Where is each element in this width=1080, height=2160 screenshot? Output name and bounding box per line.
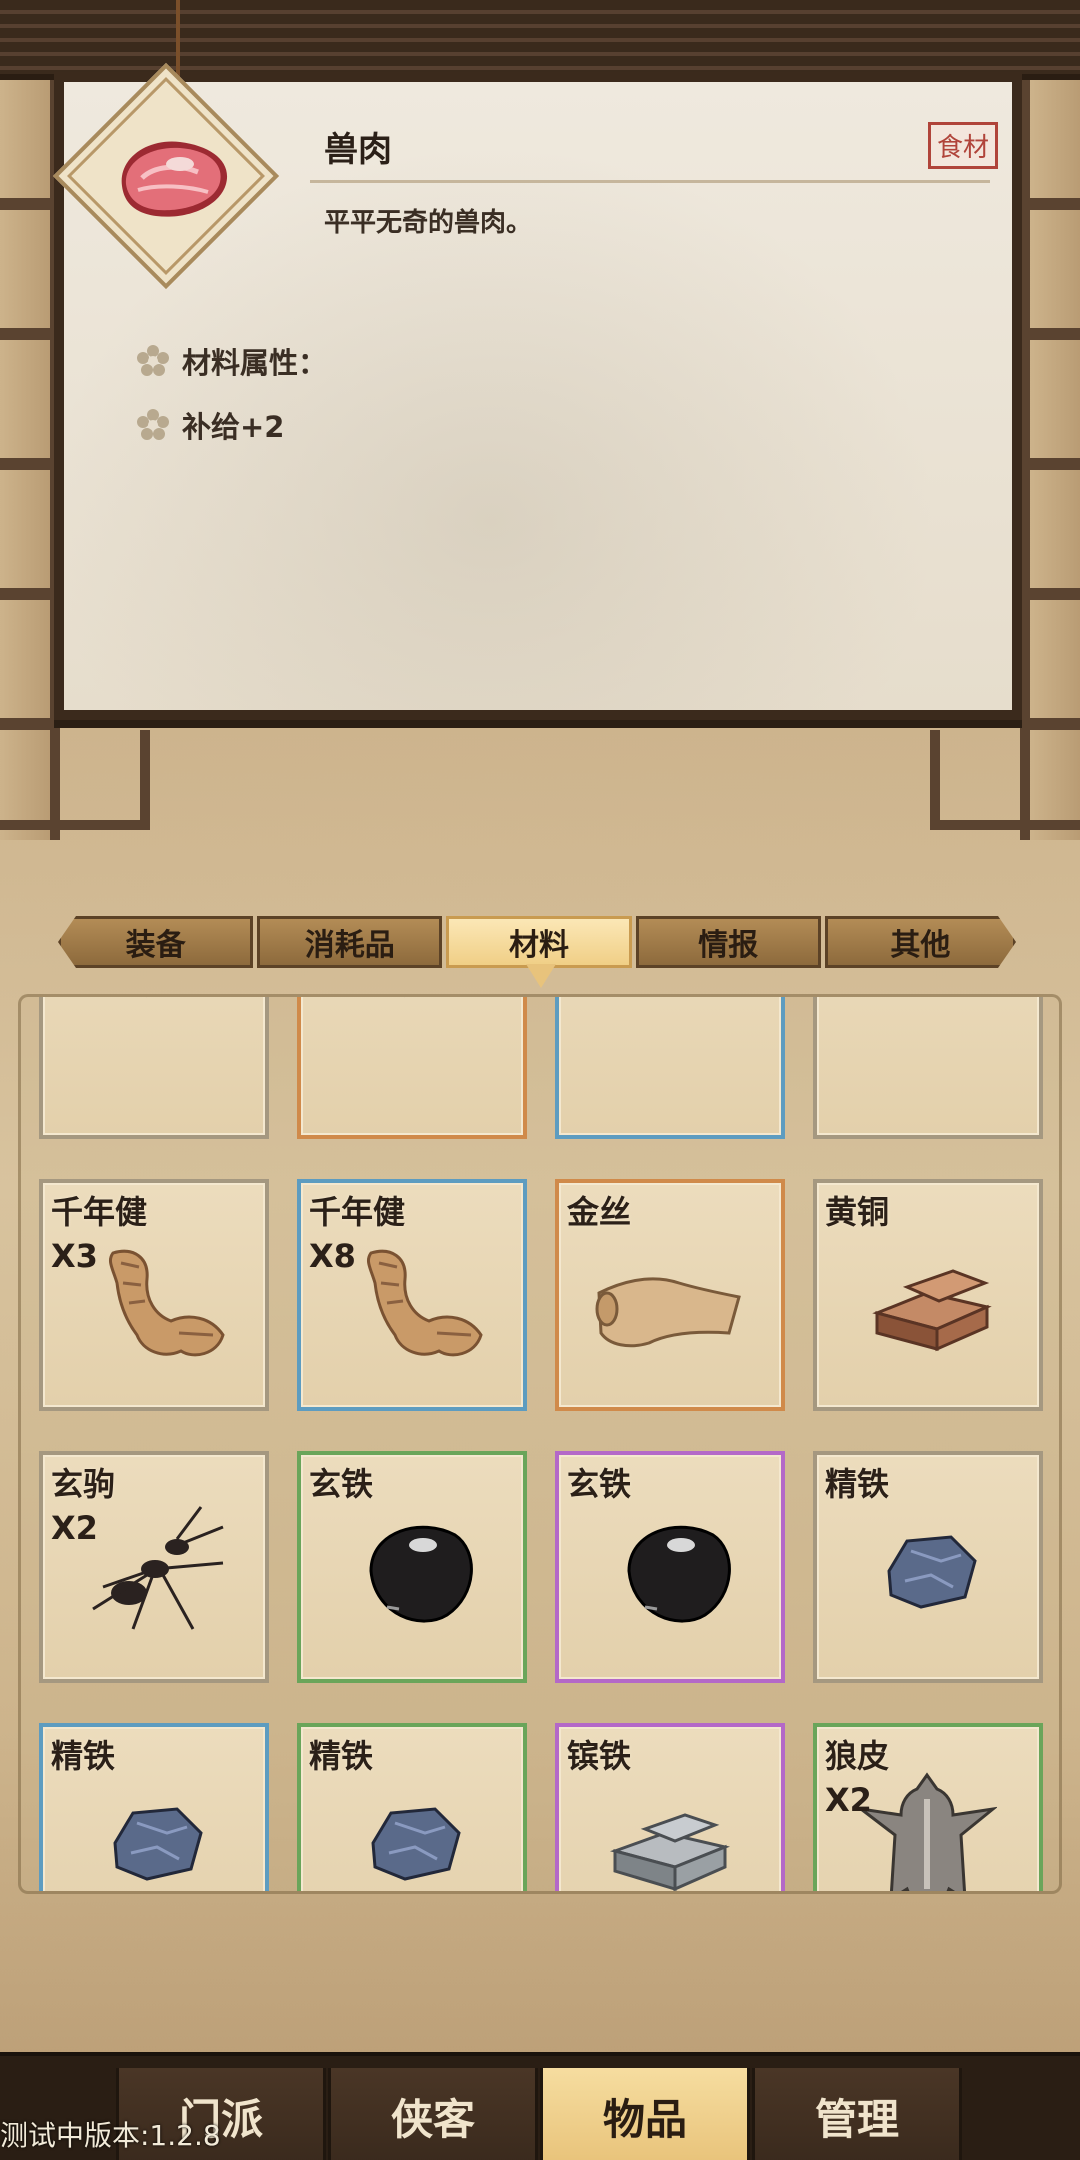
slot-item-name: 千年健 [309,1193,406,1231]
tab-materials[interactable]: 材料 [446,916,632,968]
active-tab-indicator [526,964,556,988]
lattice-corner-left [0,730,150,830]
nav-items[interactable]: 物品 [540,2068,750,2160]
inventory-slot[interactable] [813,997,1043,1139]
inventory-slot[interactable]: 玄铁 [555,1451,785,1683]
slot-item-count: X3 [51,1237,98,1275]
tab-consumables[interactable]: 消耗品 [257,916,443,968]
item-type-badge: 食材 [928,122,999,169]
inventory-slot[interactable]: 金丝 [555,1179,785,1411]
raw-meat-icon [108,128,240,228]
inventory-slot[interactable]: 精铁 [297,1723,527,1891]
inventory-slot[interactable]: 千年健 X8 [297,1179,527,1411]
flower-bullet-icon [137,345,169,376]
slot-item-name: 狼皮 [825,1737,890,1775]
slot-item-count: X2 [825,1781,872,1819]
tab-intel[interactable]: 情报 [635,916,821,968]
tab-other[interactable]: 其他 [825,916,1016,968]
inventory-slot[interactable] [297,997,527,1139]
slot-item-name: 玄铁 [309,1465,374,1503]
attribute-value-row: 补给+2 [136,404,284,446]
slot-item-name: 精铁 [51,1737,116,1775]
inventory-grid-area[interactable]: 千年健 X3 千年健 X8 金丝 黄铜 玄驹 X2 玄铁 玄铁 精铁 精铁 精铁 镔铁 狼皮 X2 [18,994,1062,1894]
category-tabs: 装备 消耗品 材料 情报 其他 [58,916,1020,972]
version-label: 测试中版本:1.2.8 [0,2119,221,2152]
window-lattice-right [1020,80,1080,840]
slot-item-name: 精铁 [309,1737,374,1775]
inventory-slot[interactable]: 精铁 [813,1451,1043,1683]
inventory-slot[interactable]: 狼皮 X2 [813,1723,1043,1891]
attribute-title: 材料属性： [182,346,328,380]
attribute-value: 补给+2 [182,410,285,444]
inventory-slot[interactable]: 千年健 X3 [39,1179,269,1411]
window-lattice-left [0,80,60,840]
slot-item-name: 精铁 [825,1465,890,1503]
slot-item-name: 黄铜 [825,1193,890,1231]
flower-bullet-icon [137,409,169,440]
item-description: 平平无奇的兽肉。 [324,208,533,238]
slot-item-name: 玄铁 [567,1465,632,1503]
slot-item-name: 金丝 [567,1193,632,1231]
lattice-corner-right [930,730,1080,830]
slot-item-name: 镔铁 [567,1737,632,1775]
inventory-slot[interactable]: 玄铁 [297,1451,527,1683]
nav-manage[interactable]: 管理 [752,2068,962,2160]
slot-item-count: X2 [51,1509,98,1547]
inventory-slot[interactable]: 黄铜 [813,1179,1043,1411]
attribute-title-row: 材料属性： [136,340,327,382]
inventory-slot[interactable]: 镔铁 [555,1723,785,1891]
slot-item-name: 玄驹 [51,1465,116,1503]
name-divider [310,180,990,183]
nav-heroes[interactable]: 侠客 [328,2068,538,2160]
tab-equipment[interactable]: 装备 [58,916,254,968]
slot-item-count: X8 [309,1237,356,1275]
item-name: 兽肉 [324,130,392,170]
inventory-slot[interactable]: 精铁 [39,1723,269,1891]
inventory-slot[interactable] [39,997,269,1139]
slot-item-name: 千年健 [51,1193,148,1231]
inventory-slot[interactable]: 玄驹 X2 [39,1451,269,1683]
inventory-slot[interactable] [555,997,785,1139]
